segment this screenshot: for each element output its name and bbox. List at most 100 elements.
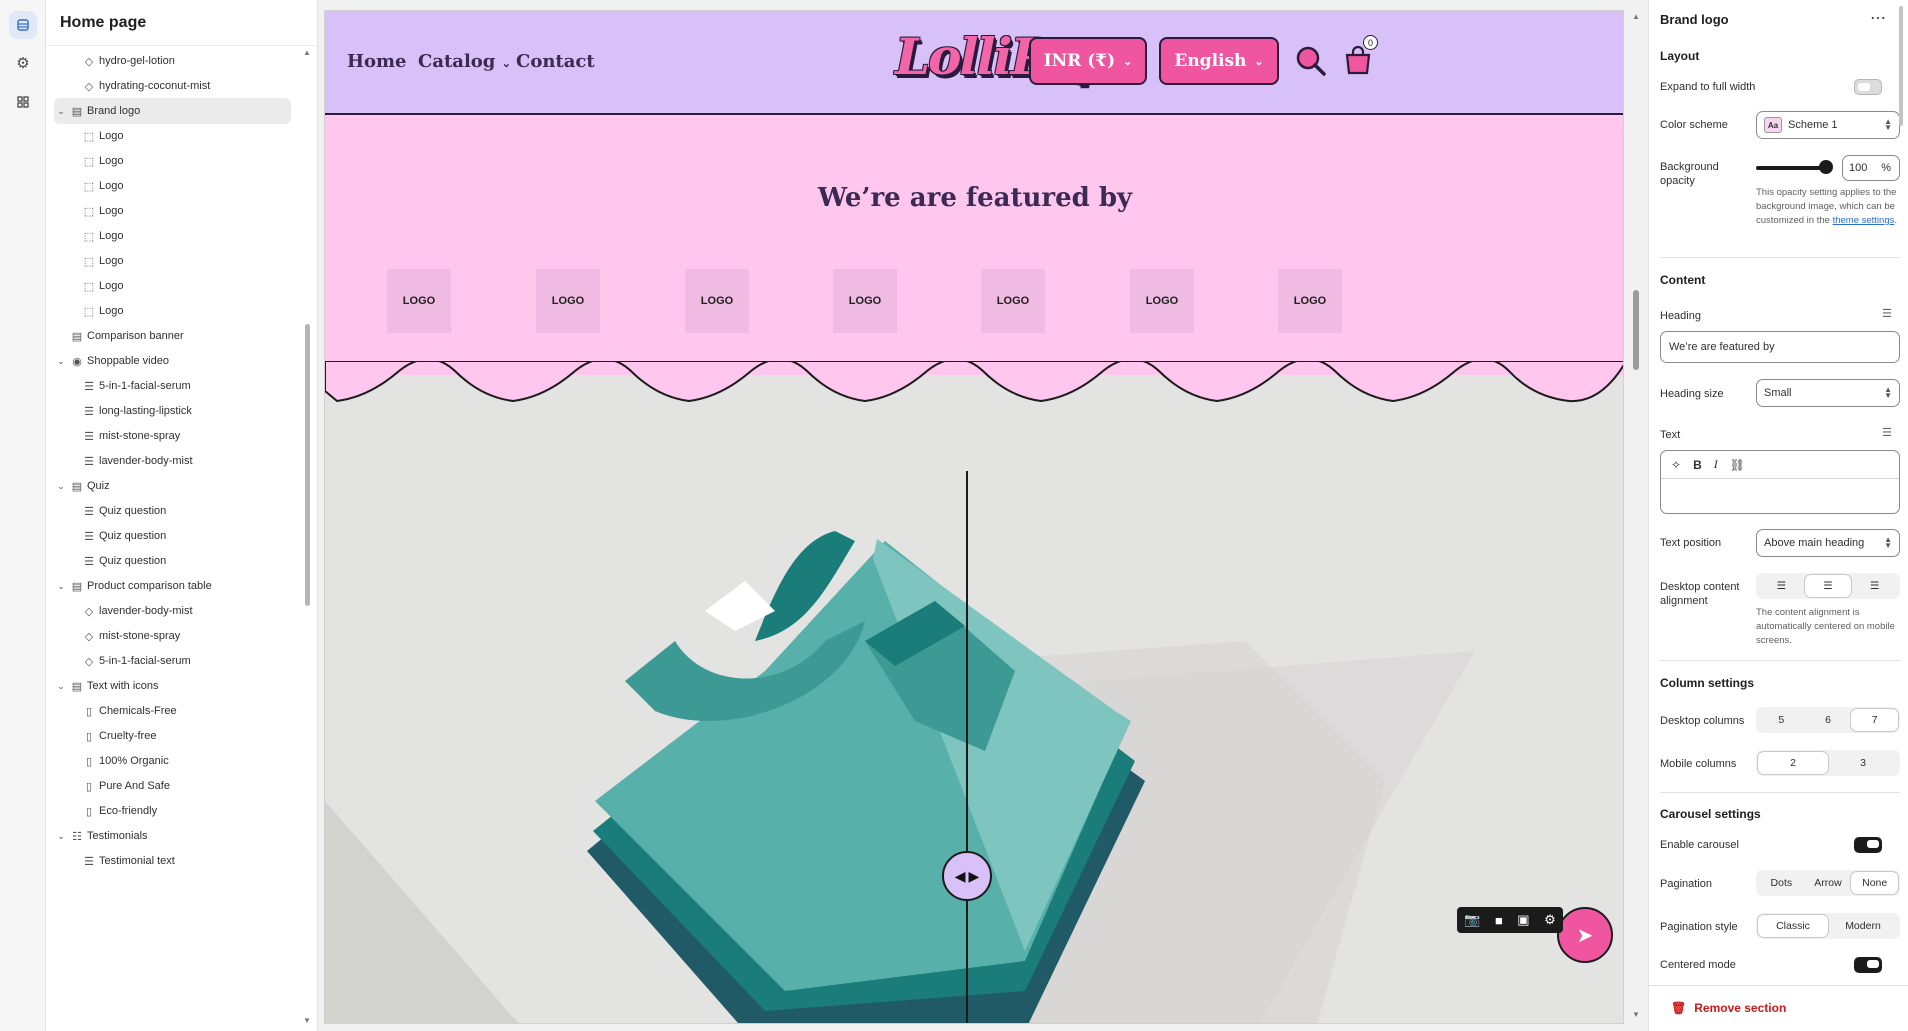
- logo-placeholder-5[interactable]: LOGO: [981, 269, 1045, 333]
- tree-item[interactable]: ☰ Quiz question: [54, 548, 291, 574]
- tree-item[interactable]: ☰ Testimonial text: [54, 848, 291, 874]
- chevron-down-icon[interactable]: ⌄: [56, 481, 66, 492]
- mobile-columns-2[interactable]: 2: [1758, 752, 1828, 774]
- logo-placeholder-2[interactable]: LOGO: [536, 269, 600, 333]
- desktop-columns-control[interactable]: 5 6 7: [1756, 707, 1900, 733]
- tree-item[interactable]: ⬚ Logo: [54, 298, 291, 324]
- tree-item[interactable]: ▯ Chemicals-Free: [54, 698, 291, 724]
- apps-icon[interactable]: [9, 88, 37, 116]
- pagination-none[interactable]: None: [1851, 872, 1899, 894]
- pagination-style-modern[interactable]: Modern: [1828, 915, 1898, 937]
- logo-placeholder-1[interactable]: LOGO: [387, 269, 451, 333]
- tree-item[interactable]: ▤ Comparison banner: [54, 323, 291, 349]
- tree-item[interactable]: ⬚ Logo: [54, 123, 291, 149]
- enable-carousel-toggle[interactable]: [1854, 837, 1882, 853]
- bg-opacity-slider[interactable]: [1756, 166, 1824, 170]
- tree-item[interactable]: ⬚ Logo: [54, 198, 291, 224]
- tree-item[interactable]: ⬚ Logo: [54, 273, 291, 299]
- chevron-down-icon[interactable]: ⌄: [56, 581, 66, 592]
- text-editor[interactable]: ✧ B I ⛓: [1660, 450, 1900, 514]
- tree-item[interactable]: ◇ lavender-body-mist: [54, 598, 291, 624]
- tree-item[interactable]: ◇ mist-stone-spray: [54, 623, 291, 649]
- tree-item[interactable]: ☰ Quiz question: [54, 498, 291, 524]
- heading-input[interactable]: We’re are featured by: [1660, 331, 1900, 363]
- tree-item[interactable]: ◇ hydro-gel-lotion: [54, 48, 291, 74]
- tree-item[interactable]: ▯ Cruelty-free: [54, 723, 291, 749]
- pagination-control[interactable]: Dots Arrow None: [1756, 870, 1900, 896]
- tree-item[interactable]: ☰ mist-stone-spray: [54, 423, 291, 449]
- nav-contact[interactable]: Contact: [516, 51, 595, 72]
- heading-size-select[interactable]: Small ▲ ▼: [1756, 379, 1900, 407]
- video-icon[interactable]: ■: [1495, 913, 1503, 928]
- tree-item[interactable]: ⌄ ◉ Shoppable video: [54, 348, 291, 374]
- floating-widget-button[interactable]: ➤: [1557, 907, 1613, 963]
- bg-opacity-input[interactable]: 100%: [1842, 155, 1900, 181]
- tree-item[interactable]: ▯ Pure And Safe: [54, 773, 291, 799]
- nav-home[interactable]: Home: [347, 51, 407, 72]
- sidebar-scrollbar[interactable]: ▲ ▼: [303, 46, 311, 1031]
- sidebar-scroll-thumb[interactable]: [305, 324, 310, 606]
- chevron-down-icon[interactable]: ⌄: [56, 831, 66, 842]
- gear-icon[interactable]: ⚙: [1544, 912, 1556, 928]
- pagination-arrow[interactable]: Arrow: [1805, 872, 1852, 894]
- chevron-down-icon[interactable]: ⌄: [56, 106, 66, 117]
- expand-full-width-toggle[interactable]: [1854, 79, 1882, 95]
- language-selector[interactable]: English ⌄: [1159, 37, 1279, 85]
- tree-item[interactable]: ⌄ ▤ Quiz: [54, 473, 291, 499]
- tree-item[interactable]: ▯ 100% Organic: [54, 748, 291, 774]
- logo-placeholder-3[interactable]: LOGO: [685, 269, 749, 333]
- chevron-down-icon[interactable]: ⌄: [56, 681, 66, 692]
- scroll-down-icon[interactable]: ▼: [303, 1016, 311, 1025]
- preview-scrollbar[interactable]: ▲ ▼: [1630, 10, 1642, 1024]
- panel-scrollbar[interactable]: [1898, 0, 1904, 985]
- scroll-up-icon[interactable]: ▲: [1632, 12, 1640, 21]
- scroll-up-icon[interactable]: ▲: [303, 48, 311, 57]
- pagination-style-control[interactable]: Classic Modern: [1756, 913, 1900, 939]
- tree-item[interactable]: ⌄ ▤ Brand logo: [54, 98, 291, 124]
- logo-placeholder-6[interactable]: LOGO: [1130, 269, 1194, 333]
- desktop-columns-6[interactable]: 6: [1805, 709, 1852, 731]
- preview-scroll-thumb[interactable]: [1633, 290, 1639, 370]
- tree-item[interactable]: ⬚ Logo: [54, 173, 291, 199]
- more-options-icon[interactable]: ⋯: [1870, 8, 1886, 28]
- desktop-alignment-control[interactable]: ☰ ☰ ☰: [1756, 573, 1900, 599]
- bold-icon[interactable]: B: [1693, 458, 1702, 472]
- align-right-icon[interactable]: ☰: [1851, 575, 1898, 597]
- dynamic-source-icon[interactable]: ☰: [1882, 307, 1892, 320]
- tree-item[interactable]: ☰ 5-in-1-facial-serum: [54, 373, 291, 399]
- desktop-columns-5[interactable]: 5: [1758, 709, 1805, 731]
- dynamic-source-icon[interactable]: ☰: [1882, 426, 1892, 439]
- tree-item[interactable]: ⬚ Logo: [54, 248, 291, 274]
- camera-icon[interactable]: 📷: [1464, 912, 1480, 928]
- tree-item[interactable]: ◇ 5-in-1-facial-serum: [54, 648, 291, 674]
- pagination-style-classic[interactable]: Classic: [1758, 915, 1828, 937]
- pagination-dots[interactable]: Dots: [1758, 872, 1805, 894]
- brand-logo-section[interactable]: We’re are featured by LOGO LOGO LOGO LOG…: [325, 115, 1623, 375]
- nav-catalog[interactable]: Catalog ⌄: [418, 51, 511, 72]
- align-center-icon[interactable]: ☰: [1804, 575, 1852, 597]
- mobile-columns-3[interactable]: 3: [1828, 752, 1898, 774]
- color-scheme-select[interactable]: Aa Scheme 1 ▲ ▼: [1756, 111, 1900, 139]
- chevron-down-icon[interactable]: ⌄: [56, 356, 66, 367]
- tree-item[interactable]: ☰ long-lasting-lipstick: [54, 398, 291, 424]
- tree-item[interactable]: ⌄ ▤ Product comparison table: [54, 573, 291, 599]
- currency-selector[interactable]: INR (₹) ⌄: [1029, 37, 1147, 85]
- panel-scroll-thumb[interactable]: [1899, 6, 1903, 126]
- desktop-columns-7[interactable]: 7: [1851, 709, 1899, 731]
- tree-item[interactable]: ⌄ ☷ Testimonials: [54, 823, 291, 849]
- centered-mode-toggle[interactable]: [1854, 957, 1882, 973]
- window-icon[interactable]: ▣: [1517, 912, 1529, 928]
- tree-item[interactable]: ⬚ Logo: [54, 223, 291, 249]
- settings-gear-icon[interactable]: ⚙: [9, 49, 37, 77]
- tree-item[interactable]: ▯ Eco-friendly: [54, 798, 291, 824]
- tree-item[interactable]: ⌄ ▤ Text with icons: [54, 673, 291, 699]
- remove-section-button[interactable]: 🗑 Remove section: [1671, 1001, 1786, 1015]
- bg-opacity-slider-knob[interactable]: [1819, 160, 1833, 174]
- link-icon[interactable]: ⛓: [1730, 458, 1745, 472]
- tree-item[interactable]: ◇ hydrating-coconut-mist: [54, 73, 291, 99]
- text-position-select[interactable]: Above main heading ▲ ▼: [1756, 529, 1900, 557]
- search-icon[interactable]: [1293, 43, 1329, 79]
- logo-placeholder-7[interactable]: LOGO: [1278, 269, 1342, 333]
- italic-icon[interactable]: I: [1714, 457, 1718, 472]
- ai-sparkle-icon[interactable]: ✧: [1671, 458, 1681, 472]
